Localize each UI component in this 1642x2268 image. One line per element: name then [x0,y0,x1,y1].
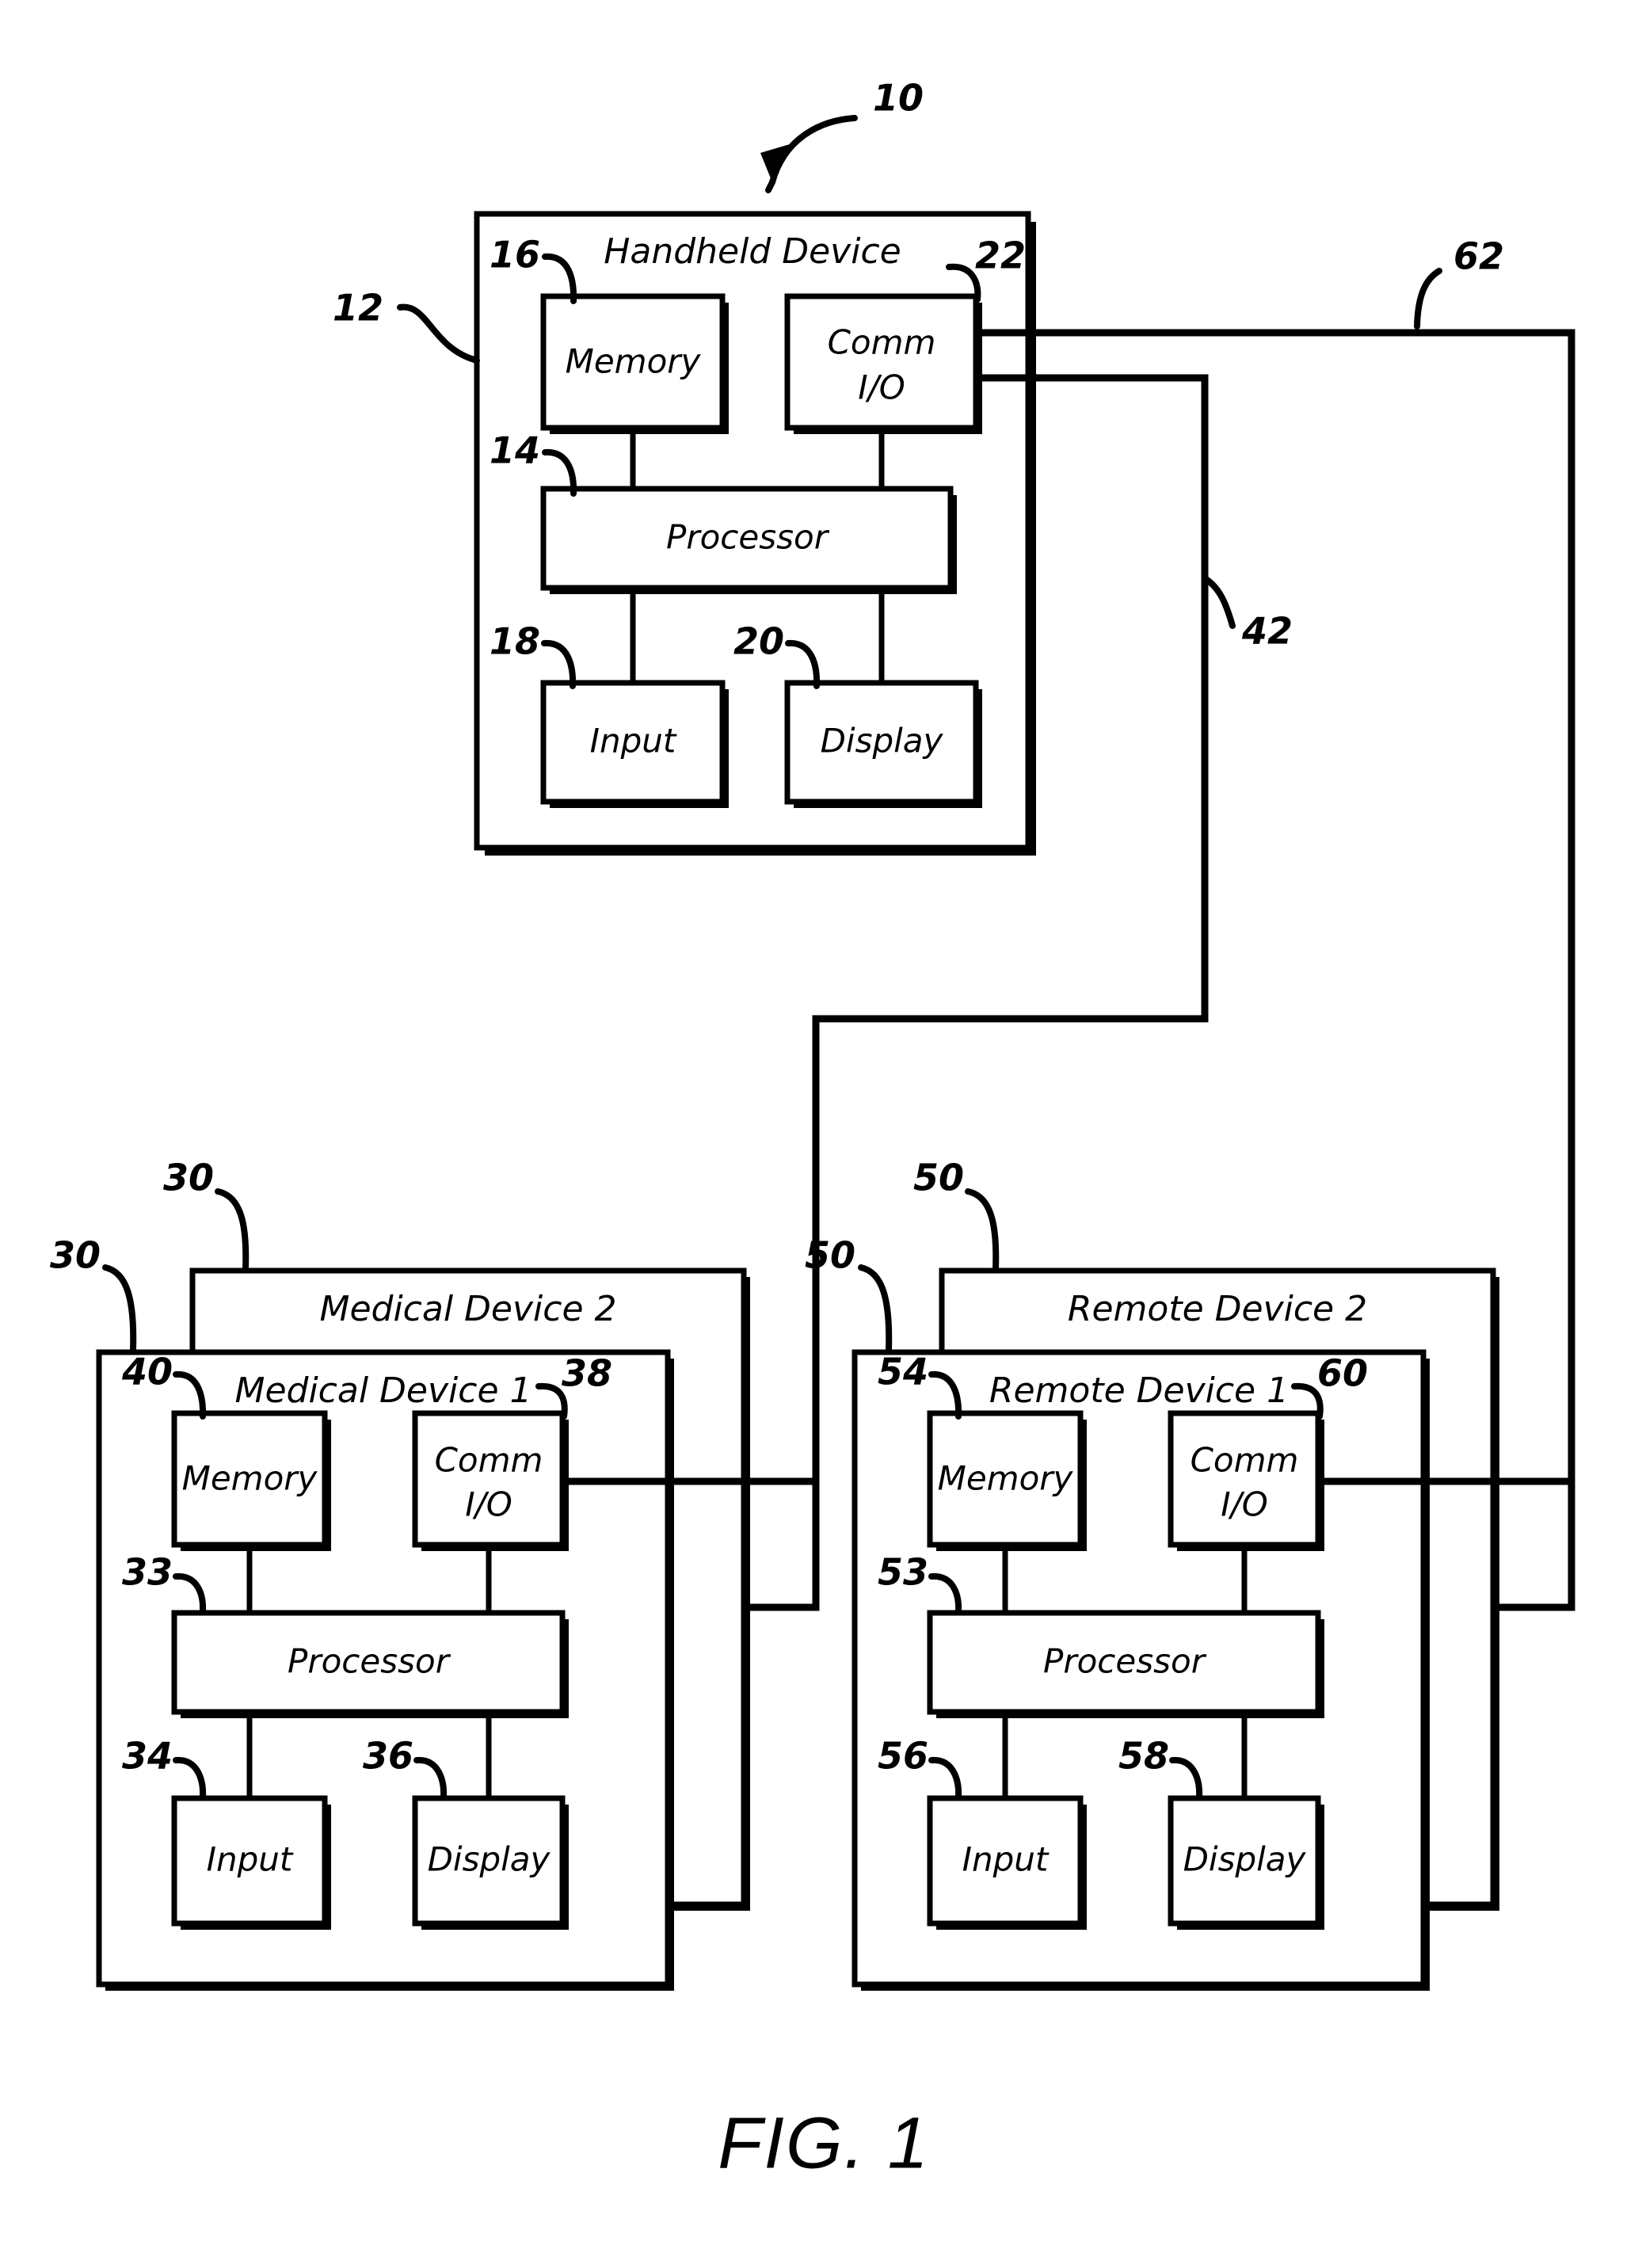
ref-number-12: 12 [333,287,383,330]
handheld-processor-label: Processor [666,518,830,557]
ref-number-10: 10 [873,77,924,120]
remote1-comm-label-line1: Comm [1191,1441,1299,1480]
ref-number-54: 54 [878,1351,928,1393]
ref-number-30-lower: 30 [50,1234,101,1277]
remote1-display-label: Display [1183,1840,1307,1879]
medical1-memory-label: Memory [182,1459,318,1498]
ref-12-leader [397,303,480,364]
device-handheld[interactable]: Handheld Device 12 Memory 16 Comm I/O 22… [333,211,1036,856]
ref-number-60: 60 [1317,1352,1368,1395]
block-diagram-canvas: 10 Handheld Device 12 Memory 16 Comm I/O… [50,77,1575,2183]
ref-30-upper-leader [215,1188,250,1272]
ref-62-leader [1414,268,1442,330]
ref-number-34: 34 [122,1735,173,1778]
ref-50-lower-leader [858,1264,893,1353]
ref-number-50-lower: 50 [805,1234,855,1277]
remote1-input-label: Input [962,1840,1050,1879]
ref-number-36: 36 [363,1735,413,1778]
handheld-comm-box[interactable] [784,293,979,431]
handheld-comm-label-line2: I/O [858,368,905,407]
ref-number-14: 14 [490,429,540,472]
ref-50-upper-leader [965,1188,1000,1272]
remote1-comm-label-line2: I/O [1221,1485,1268,1524]
system-ref-leader [760,115,858,193]
ref-42-leader [1202,575,1236,629]
medical1-title: Medical Device 1 [234,1370,531,1411]
medical1-input-label: Input [207,1840,294,1879]
medical2-title: Medical Device 2 [319,1289,616,1329]
ref-number-30-upper: 30 [163,1157,214,1199]
ref-number-42: 42 [1241,610,1293,653]
ref-number-16: 16 [490,234,540,276]
ref-number-22: 22 [975,234,1026,277]
handheld-comm-label-line1: Comm [828,323,936,362]
medical1-comm-label-line2: I/O [465,1485,512,1524]
medical1-processor-label: Processor [288,1642,451,1681]
handheld-title: Handheld Device [604,231,901,272]
handheld-display-label: Display [821,722,944,760]
ref-number-33: 33 [122,1551,173,1594]
figure-caption: FIG. 1 [718,2102,930,2183]
ref-number-40: 40 [121,1351,173,1393]
ref-number-20: 20 [733,620,784,663]
ref-number-58: 58 [1118,1735,1169,1778]
arrowhead [760,143,795,182]
remote1-title: Remote Device 1 [989,1370,1289,1411]
handheld-memory-label: Memory [566,342,702,381]
remote1-processor-label: Processor [1043,1642,1207,1681]
ref-30-lower-leader [102,1264,137,1353]
remote2-title: Remote Device 2 [1068,1289,1367,1329]
medical1-display-label: Display [428,1840,551,1879]
medical1-comm-label-line1: Comm [435,1441,543,1480]
patent-figure: 10 Handheld Device 12 Memory 16 Comm I/O… [0,0,1642,2268]
remote1-memory-label: Memory [938,1459,1074,1498]
ref-number-50-upper: 50 [913,1157,964,1199]
ref-number-53: 53 [878,1551,928,1594]
ref-number-56: 56 [878,1735,928,1778]
ref-number-18: 18 [490,620,540,663]
handheld-input-label: Input [590,722,677,760]
ref-number-62: 62 [1453,235,1504,278]
ref-number-38: 38 [562,1352,612,1395]
